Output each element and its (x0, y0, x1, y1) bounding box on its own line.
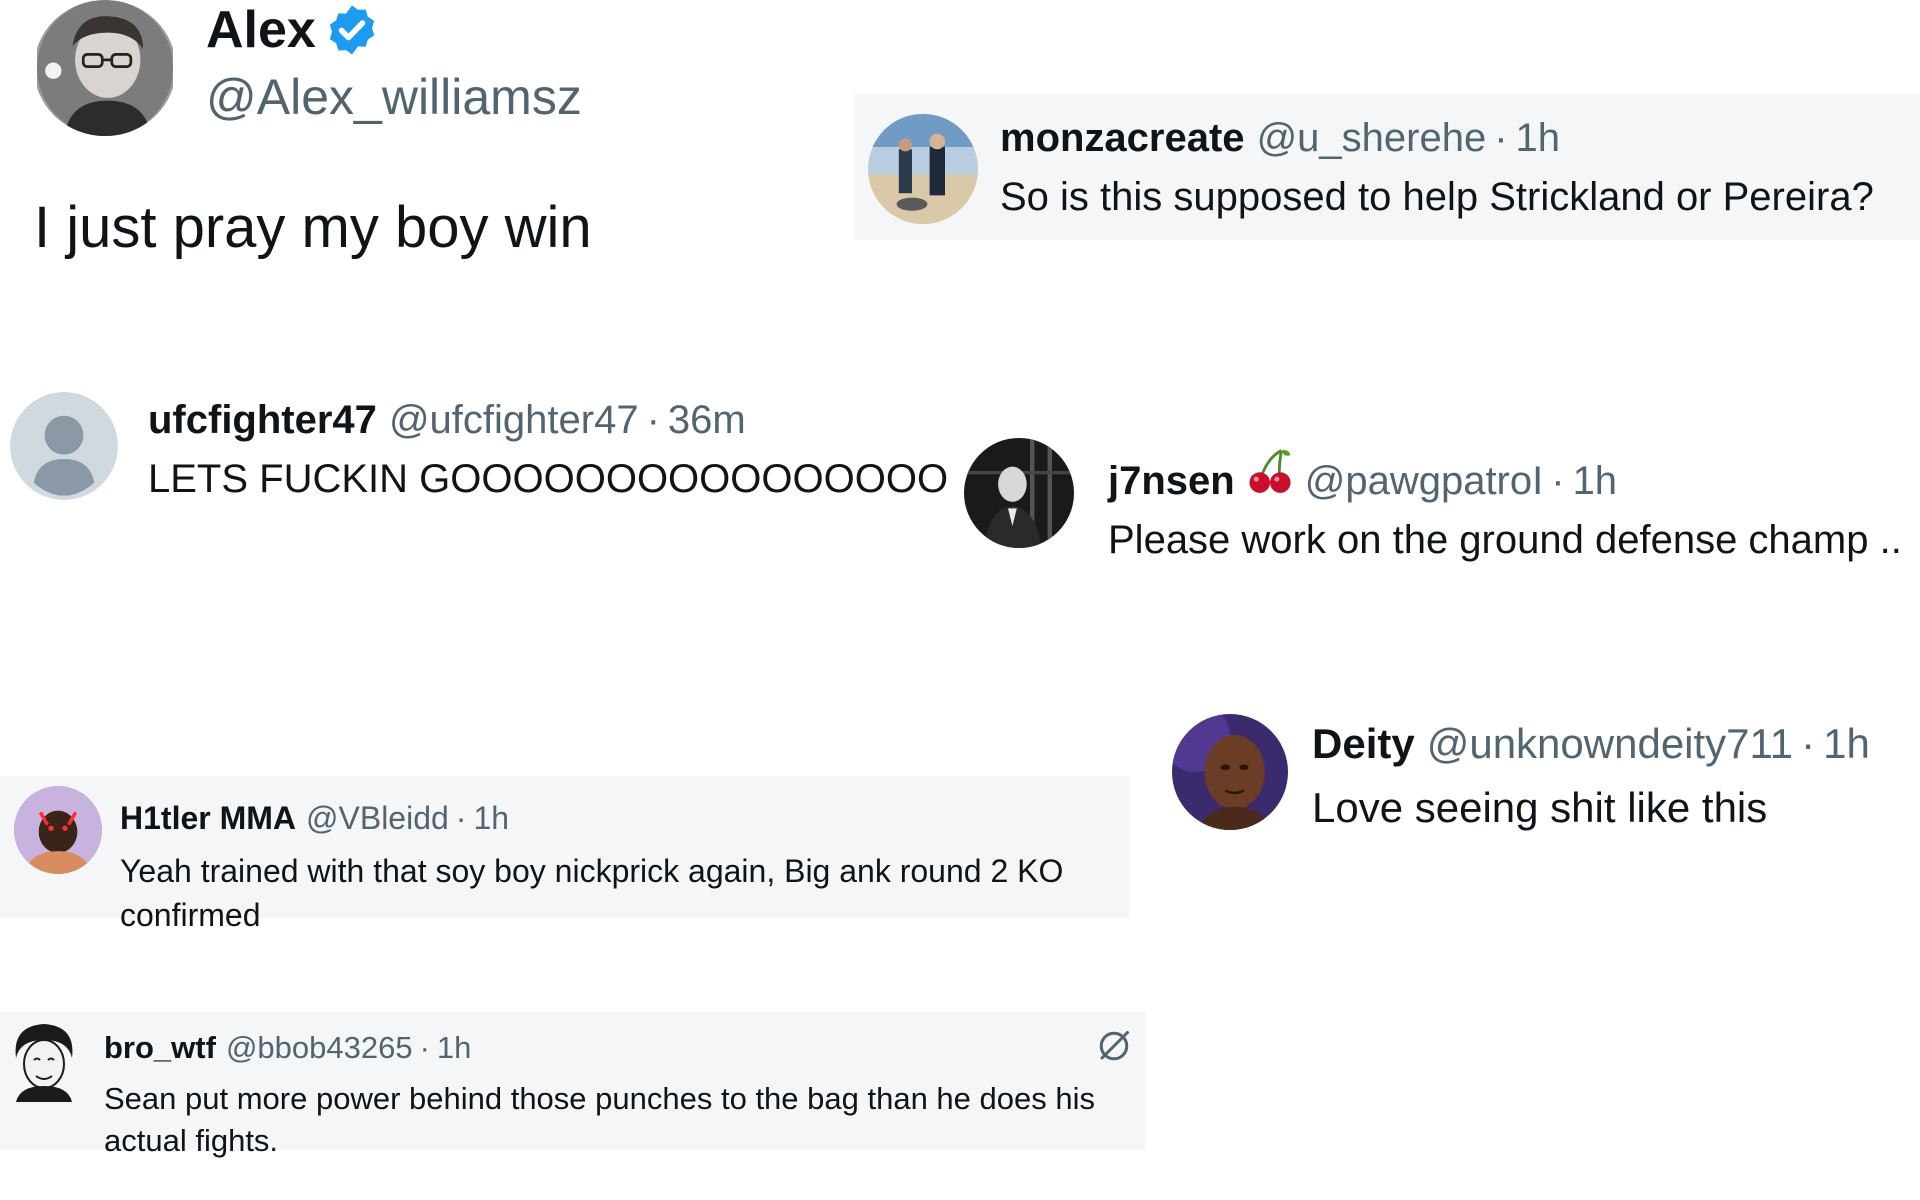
reply-meta: H1tler MMA @VBleidd · 1h (120, 800, 1130, 837)
reply-timestamp[interactable]: 1h (1516, 116, 1561, 161)
reply-timestamp[interactable]: 36m (668, 398, 746, 443)
verified-badge-icon (329, 5, 375, 55)
reply-author-handle[interactable]: @u_sherehe (1257, 116, 1487, 161)
alex-name-row: Alex (206, 0, 380, 60)
reply-card[interactable]: monzacreate @u_sherehe · 1h So is this s… (854, 94, 1920, 240)
reply-author-name[interactable]: H1tler MMA (120, 800, 296, 837)
post-text: I just pray my boy win (34, 195, 592, 260)
reply-timestamp[interactable]: 1h (473, 800, 509, 837)
reply-meta: Deity @unknowndeity711 · 1h (1312, 720, 1870, 768)
reply-content: monzacreate @u_sherehe · 1h So is this s… (1000, 114, 1874, 220)
reply-text: Yeah trained with that soy boy nickprick… (120, 853, 1064, 933)
reply-text: Sean put more power behind those punches… (104, 1081, 1095, 1158)
reply-author-name[interactable]: Deity (1312, 720, 1415, 768)
reply-author-handle[interactable]: @ufcfighter47 (389, 398, 639, 443)
reply-author-name[interactable]: j7nsen (1108, 459, 1235, 504)
reply-text: Please work on the ground defense champ … (1108, 518, 1902, 562)
reply-timestamp[interactable]: 1h (437, 1030, 471, 1066)
default-avatar[interactable] (10, 392, 118, 500)
reply-author-handle[interactable]: @unknowndeity711 (1427, 720, 1793, 768)
alex-avatar[interactable] (34, 0, 176, 136)
reply-timestamp[interactable]: 1h (1823, 720, 1870, 768)
reply-content: bro_wtf @bbob43265 · 1h Sean put more po… (104, 1018, 1144, 1162)
avatar[interactable] (868, 114, 978, 224)
reply-author-handle[interactable]: @bbob43265 (226, 1030, 413, 1066)
avatar[interactable] (964, 438, 1074, 548)
reply-meta: monzacreate @u_sherehe · 1h (1000, 116, 1874, 161)
reply-text: Love seeing shit like this (1312, 784, 1768, 831)
author-handle[interactable]: @Alex_williamsz (206, 68, 582, 126)
reply-card[interactable]: Deity @unknowndeity711 · 1h Love seeing … (1172, 714, 1920, 838)
reply-author-name[interactable]: monzacreate (1000, 116, 1245, 161)
reply-timestamp[interactable]: 1h (1573, 459, 1618, 504)
reply-card[interactable]: H1tler MMA @VBleidd · 1h Yeah trained wi… (0, 776, 1130, 933)
avatar[interactable] (14, 786, 102, 874)
reply-meta: bro_wtf @bbob43265 · 1h (104, 1030, 1144, 1066)
reply-meta: j7nsen @pawgpatroI · 1h (1108, 446, 1902, 504)
reply-content: H1tler MMA @VBleidd · 1h Yeah trained wi… (120, 786, 1130, 937)
reply-card[interactable]: bro_wtf @bbob43265 · 1h Sean put more po… (0, 1012, 1146, 1158)
avatar[interactable] (1172, 714, 1288, 830)
meta-separator: · (646, 398, 660, 442)
reply-author-name[interactable]: bro_wtf (104, 1030, 216, 1066)
meta-separator: · (455, 800, 467, 836)
grok-icon[interactable] (1096, 1028, 1132, 1064)
reply-text: LETS FUCKIN GOOOOOOOOOOOOOOOO (148, 457, 949, 501)
reply-card[interactable]: j7nsen @pawgpatroI · 1h Please work on t… (964, 438, 1920, 563)
reply-author-handle[interactable]: @VBleidd (306, 800, 449, 837)
reply-content: Deity @unknowndeity711 · 1h Love seeing … (1312, 714, 1870, 832)
reply-card[interactable]: ufcfighter47 @ufcfighter47 · 36m LETS FU… (10, 392, 948, 512)
reply-content: ufcfighter47 @ufcfighter47 · 36m LETS FU… (148, 392, 948, 502)
reply-content: j7nsen @pawgpatroI · 1h Please work on t… (1108, 438, 1902, 563)
meta-separator: · (419, 1030, 430, 1065)
reply-author-name[interactable]: ufcfighter47 (148, 398, 377, 443)
author-name[interactable]: Alex (206, 0, 316, 60)
cherry-emoji-icon (1249, 449, 1291, 493)
avatar[interactable] (6, 1018, 82, 1102)
original-post-card: Alex @Alex_williamsz I just pray my boy … (34, 0, 674, 280)
reply-author-handle[interactable]: @pawgpatroI (1305, 459, 1544, 504)
meta-separator: · (1551, 459, 1565, 503)
meta-separator: · (1801, 720, 1816, 767)
reply-text: So is this supposed to help Strickland o… (1000, 175, 1874, 219)
meta-separator: · (1494, 116, 1508, 160)
reply-meta: ufcfighter47 @ufcfighter47 · 36m (148, 398, 948, 443)
